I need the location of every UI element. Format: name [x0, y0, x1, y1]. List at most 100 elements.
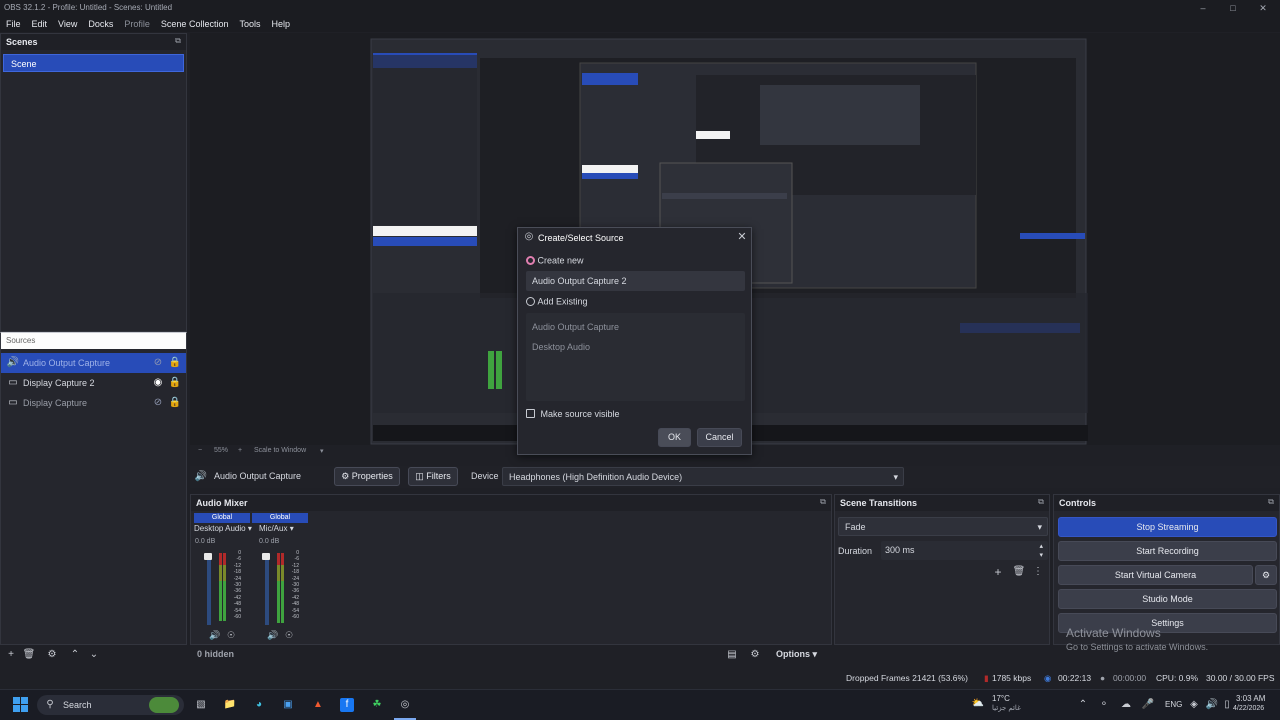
facebook-icon[interactable]: f — [340, 698, 354, 712]
speaker-icon: 🔊 — [194, 471, 208, 482]
weather-icon[interactable]: ⛅ — [971, 697, 985, 711]
menu-view[interactable]: View — [58, 16, 77, 32]
mute-icon[interactable]: 🔊 — [266, 628, 280, 642]
minimize-icon[interactable]: – — [1188, 0, 1218, 16]
obs-taskbar-icon[interactable]: ◎ — [398, 698, 412, 712]
menu-file[interactable]: File — [6, 16, 21, 32]
lock-icon[interactable]: 🔒 — [168, 356, 182, 370]
ok-button[interactable]: OK — [658, 428, 691, 447]
gear-icon[interactable]: ⚙ — [45, 648, 59, 662]
channel-name[interactable]: Mic/Aux ▾ — [259, 524, 309, 533]
menu-help[interactable]: Help — [271, 16, 290, 32]
stop-streaming-button[interactable]: Stop Streaming — [1058, 517, 1277, 537]
studio-mode-button[interactable]: Studio Mode — [1058, 589, 1277, 609]
lock-icon[interactable]: 🔒 — [168, 396, 182, 410]
channel-name[interactable]: Desktop Audio ▾ — [194, 524, 258, 533]
channel-level: 0.0 dB — [259, 538, 280, 545]
network-icon[interactable]: ◈ — [1187, 698, 1201, 712]
move-down-icon[interactable]: ⌄ — [87, 648, 101, 662]
bottom-toolbar: + 🗑 ⚙ ⌃ ⌄ 0 hidden ▤ ⚙ Options ▾ — [0, 647, 832, 663]
layout-icon[interactable]: ▤ — [725, 648, 739, 662]
add-icon[interactable]: + — [4, 648, 18, 662]
tray-icon[interactable]: ⚬ — [1097, 698, 1111, 712]
source-name-input[interactable]: Audio Output Capture 2 — [526, 271, 745, 291]
spin-down-icon[interactable]: ▾ — [1039, 546, 1043, 565]
language-indicator[interactable]: ENG — [1165, 700, 1182, 709]
list-item[interactable]: Desktop Audio — [526, 337, 745, 357]
zoom-in-icon[interactable]: + — [238, 447, 242, 454]
list-item[interactable]: Audio Output Capture — [526, 317, 745, 337]
existing-sources-list[interactable]: Audio Output Capture Desktop Audio — [526, 313, 745, 401]
clock-date[interactable]: 4/22/2026 — [1233, 705, 1264, 712]
more-icon[interactable]: ⋮ — [1031, 565, 1045, 579]
weather-desc: غائم جزئيا — [992, 705, 1021, 712]
microphone-icon[interactable]: 🎤 — [1141, 698, 1155, 712]
duration-spinbox[interactable]: 300 ms ▴ ▾ — [881, 541, 1048, 560]
channel-level: 0.0 dB — [195, 538, 216, 545]
create-new-radio[interactable]: Create new — [526, 255, 584, 266]
scene-item-label: Scene — [11, 59, 37, 69]
menu-docks[interactable]: Docks — [88, 16, 113, 32]
device-select[interactable]: Headphones (High Definition Audio Device… — [502, 467, 904, 486]
windows-start-icon[interactable] — [13, 697, 29, 713]
gear-link-icon[interactable]: ⚙ — [748, 648, 762, 662]
start-recording-button[interactable]: Start Recording — [1058, 541, 1277, 561]
virtual-camera-settings-button[interactable]: ⚙ — [1255, 565, 1277, 585]
add-existing-radio[interactable]: Add Existing — [526, 296, 588, 307]
maximize-icon[interactable]: □ — [1218, 0, 1248, 16]
menu-edit[interactable]: Edit — [32, 16, 48, 32]
filters-button[interactable]: ◫ Filters — [408, 467, 458, 486]
clock-time[interactable]: 3:03 AM — [1236, 694, 1265, 703]
source-item[interactable]: ▭ Display Capture 2 ◉ 🔒 — [1, 373, 186, 393]
options-button[interactable]: Options ▾ — [776, 649, 817, 660]
headphones-icon[interactable]: ☉ — [224, 628, 238, 642]
undock-icon[interactable]: ⧉ — [1266, 497, 1276, 507]
undock-icon[interactable]: ⧉ — [818, 497, 828, 507]
cloud-icon[interactable]: ☁ — [1119, 698, 1133, 712]
brave-icon[interactable]: ▲ — [311, 698, 325, 712]
trash-icon[interactable]: 🗑 — [22, 648, 36, 662]
store-icon[interactable]: ▣ — [281, 698, 295, 712]
cancel-button[interactable]: Cancel — [697, 428, 742, 447]
headphones-icon[interactable]: ☉ — [282, 628, 296, 642]
taskbar-search[interactable]: ⚲ Search — [37, 695, 184, 715]
eye-hidden-icon[interactable]: ⊘ — [151, 396, 165, 410]
menu-profile[interactable]: Profile — [124, 16, 150, 32]
close-icon[interactable]: ✕ — [1248, 0, 1278, 16]
file-explorer-icon[interactable]: 📁 — [223, 698, 237, 712]
scale-mode[interactable]: Scale to Window — [254, 447, 306, 454]
volume-meters[interactable] — [203, 549, 303, 631]
scene-item[interactable]: Scene — [3, 54, 184, 72]
task-view-icon[interactable]: ▧ — [194, 698, 208, 712]
eye-hidden-icon[interactable]: ⊘ — [151, 356, 165, 370]
menu-scene-collection[interactable]: Scene Collection — [161, 16, 229, 32]
source-item[interactable]: ▭ Display Capture ⊘ 🔒 — [1, 393, 186, 413]
transition-select[interactable]: Fade ▾ — [838, 517, 1048, 536]
monitor-icon: ▭ — [8, 377, 18, 388]
mute-icon[interactable]: 🔊 — [208, 628, 222, 642]
zoom-out-icon[interactable]: − — [198, 447, 202, 454]
trash-icon[interactable]: 🗑 — [1012, 565, 1026, 579]
volume-icon[interactable]: 🔊 — [1205, 698, 1219, 712]
source-item[interactable]: 🔊 Audio Output Capture ⊘ 🔒 — [1, 353, 186, 373]
undock-icon[interactable]: ⧉ — [1036, 497, 1046, 507]
duration-value: 300 ms — [885, 545, 915, 555]
battery-icon[interactable]: ▯ — [1220, 698, 1234, 712]
edge-icon[interactable]: ◕ — [252, 698, 266, 712]
app-icon[interactable]: ☘ — [370, 698, 384, 712]
activate-title: Activate Windows — [1066, 626, 1161, 640]
make-visible-checkbox[interactable]: Make source visible — [526, 408, 620, 419]
context-source-name: Audio Output Capture — [214, 471, 302, 481]
move-up-icon[interactable]: ⌃ — [68, 648, 82, 662]
window-titlebar: OBS 32.1.2 - Profile: Untitled - Scenes:… — [0, 0, 1280, 16]
start-virtual-camera-button[interactable]: Start Virtual Camera — [1058, 565, 1253, 585]
menu-tools[interactable]: Tools — [239, 16, 260, 32]
chevron-up-icon[interactable]: ⌃ — [1076, 698, 1090, 712]
close-icon[interactable]: ✕ — [735, 230, 749, 244]
eye-icon[interactable]: ◉ — [151, 376, 165, 390]
undock-icon[interactable]: ⧉ — [173, 36, 183, 46]
add-icon[interactable]: + — [991, 565, 1005, 579]
chevron-down-icon[interactable]: ▾ — [320, 447, 324, 455]
properties-button[interactable]: ⚙ Properties — [334, 467, 400, 486]
lock-icon[interactable]: 🔒 — [168, 376, 182, 390]
